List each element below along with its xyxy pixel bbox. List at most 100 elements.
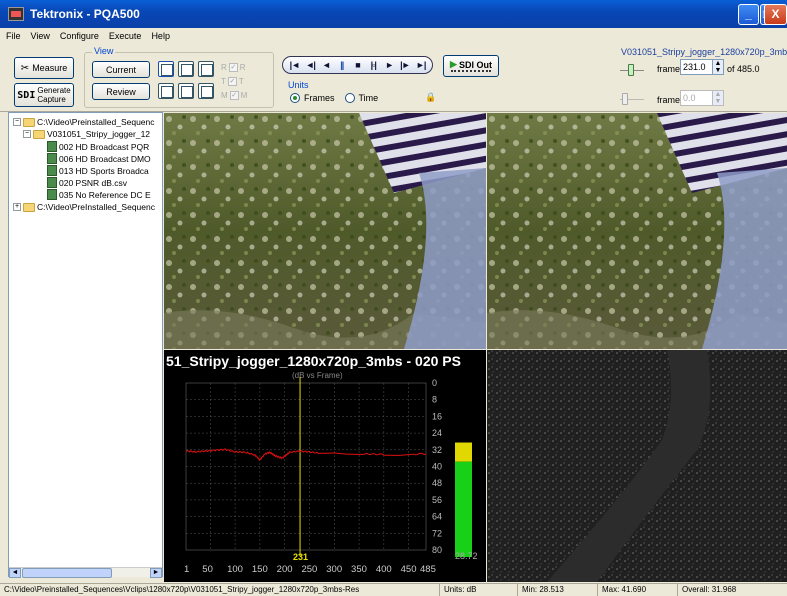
m-check-mark: ✓: [229, 91, 239, 100]
reference-video-frame: [164, 113, 486, 349]
frame2-spinner-button[interactable]: ▲ ▼: [712, 90, 724, 106]
play-green-icon: ▶: [450, 59, 457, 69]
status-min: Min: 28.513: [518, 584, 598, 596]
measure-button[interactable]: ✂ Measure: [14, 57, 74, 79]
units-radio-group: Frames Time: [290, 93, 378, 103]
t-check-mark: ✓: [227, 77, 237, 86]
tree-file-item[interactable]: 035 No Reference DC E: [47, 189, 151, 200]
y-tick-label: 32: [432, 445, 442, 455]
slider-thumb-disabled-icon[interactable]: [622, 93, 628, 105]
time-radio[interactable]: [344, 93, 355, 103]
tree-root-2[interactable]: + C:\Video\PreInstalled_Sequenc: [13, 202, 155, 212]
m-checkbox[interactable]: M ✓ M: [221, 91, 247, 100]
tree-file-item[interactable]: 020 PSNR dB.csv: [47, 177, 127, 188]
y-tick-label: 16: [432, 411, 442, 421]
slider-thumb-icon[interactable]: [628, 64, 634, 76]
stop-button[interactable]: ■: [350, 60, 365, 70]
generate-capture-button[interactable]: SDI Generate Capture: [14, 83, 74, 107]
current-button[interactable]: Current: [92, 61, 150, 78]
single-view-icon[interactable]: [198, 83, 214, 99]
toolbar: ✂ Measure SDI Generate Capture View Curr…: [0, 44, 787, 112]
y-tick-label: 56: [432, 495, 442, 505]
list-view-icon[interactable]: [178, 83, 194, 99]
reference-video-pane[interactable]: [164, 113, 486, 349]
step-forward-button[interactable]: |►: [397, 60, 412, 70]
menu-configure[interactable]: Configure: [60, 31, 99, 41]
y-tick-label: 24: [432, 428, 442, 438]
frame-slider-2[interactable]: [620, 92, 644, 106]
units-label: Units: [286, 80, 311, 90]
last-frame-button[interactable]: ►|: [413, 60, 428, 70]
collapse-icon[interactable]: −: [23, 130, 31, 138]
tree-file-item[interactable]: 002 HD Broadcast PQR: [47, 141, 149, 152]
time-label: Time: [358, 93, 379, 103]
menu-file[interactable]: File: [6, 31, 21, 41]
y-tick-label: 40: [432, 462, 442, 472]
scroll-left-icon[interactable]: ◄: [9, 568, 21, 578]
measure-label: Measure: [32, 63, 68, 73]
menu-view[interactable]: View: [31, 31, 50, 41]
layout-overlay-icon[interactable]: [198, 61, 214, 77]
layout-grid-icon[interactable]: [178, 61, 194, 77]
expand-icon[interactable]: +: [13, 203, 21, 211]
y-tick-label: 0: [432, 378, 437, 388]
tree-horizontal-scrollbar[interactable]: ◄ ►: [9, 567, 162, 578]
sdi-out-button[interactable]: ▶ SDI Out: [443, 55, 499, 77]
x-tick-label: 100: [227, 564, 243, 575]
tree-file-item[interactable]: 006 HD Broadcast DMO: [47, 153, 151, 164]
close-button[interactable]: X: [764, 4, 787, 25]
folder-icon: [23, 117, 35, 127]
status-units: Units: dB: [440, 584, 518, 596]
prev-marker-button[interactable]: ◄|: [303, 60, 318, 70]
window-title: Tektronix - PQA500: [30, 7, 140, 21]
loop-button[interactable]: |▫|: [366, 60, 381, 70]
pause-button[interactable]: ||: [334, 60, 349, 70]
x-tick-label: 485: [420, 564, 436, 575]
tree-file-item[interactable]: 013 HD Sports Broadca: [47, 165, 149, 176]
psnr-graph-pane[interactable]: 51_Stripy_jogger_1280x720p_3mbs - 020 PS…: [164, 350, 486, 582]
sdi-out-label: SDI Out: [458, 59, 492, 70]
layout-quad-icon[interactable]: [158, 61, 174, 77]
minimize-button[interactable]: _: [738, 4, 759, 25]
x-tick-label: 400: [376, 564, 392, 575]
play-button[interactable]: ►: [382, 60, 397, 70]
level-value-label: 28.72: [455, 551, 478, 561]
app-icon: [8, 7, 24, 21]
scroll-right-icon[interactable]: ►: [150, 568, 162, 578]
capture-label: Capture: [37, 95, 66, 104]
measurement-file-icon: [47, 141, 57, 152]
graph-view-icon[interactable]: [158, 83, 174, 99]
frames-radio[interactable]: [290, 93, 300, 103]
menu-execute[interactable]: Execute: [109, 31, 142, 41]
frame-slider-1[interactable]: [620, 63, 644, 77]
scroll-thumb[interactable]: [22, 568, 112, 578]
menu-help[interactable]: Help: [151, 31, 170, 41]
generate-label: Generate: [37, 86, 71, 95]
frame-spinner-button[interactable]: ▲ ▼: [712, 59, 724, 75]
frames-label: Frames: [304, 93, 335, 103]
y-tick-label: 64: [432, 512, 442, 522]
generate-capture-labels: Generate Capture: [37, 86, 70, 104]
tree-root-1[interactable]: − C:\Video\Preinstalled_Sequenc: [13, 117, 155, 127]
difference-map-image: [487, 350, 787, 582]
test-video-pane[interactable]: [487, 113, 787, 349]
r-checkbox[interactable]: R ✓ R: [221, 63, 246, 72]
file-tree: − C:\Video\Preinstalled_Sequenc − V03105…: [8, 112, 163, 577]
first-frame-button[interactable]: |◄: [287, 60, 302, 70]
x-tick-label: 1: [184, 564, 189, 575]
menu-bar: File View Configure Execute Help: [0, 28, 787, 44]
psnr-chart[interactable]: 081624324048566472801 50 100 150 200 250 300 35…: [164, 350, 486, 582]
status-path: C:\Video\Preinstalled_Sequences\Vclips\1…: [0, 584, 440, 596]
title-bar: Tektronix - PQA500 _ □ X: [0, 0, 787, 28]
test-video-frame: [487, 113, 787, 349]
collapse-icon[interactable]: −: [13, 118, 21, 126]
level-bar-green: [455, 461, 472, 557]
t-checkbox[interactable]: T ✓ T: [221, 77, 244, 86]
step-back-button[interactable]: ◄: [319, 60, 334, 70]
difference-map-pane[interactable]: [487, 350, 787, 582]
review-button[interactable]: Review: [92, 83, 150, 100]
psnr-series-line: [185, 448, 427, 461]
tree-sequence[interactable]: − V031051_Stripy_jogger_12: [23, 129, 150, 139]
lock-icon[interactable]: 🔒: [425, 92, 436, 103]
x-tick-label: 300: [326, 564, 342, 575]
